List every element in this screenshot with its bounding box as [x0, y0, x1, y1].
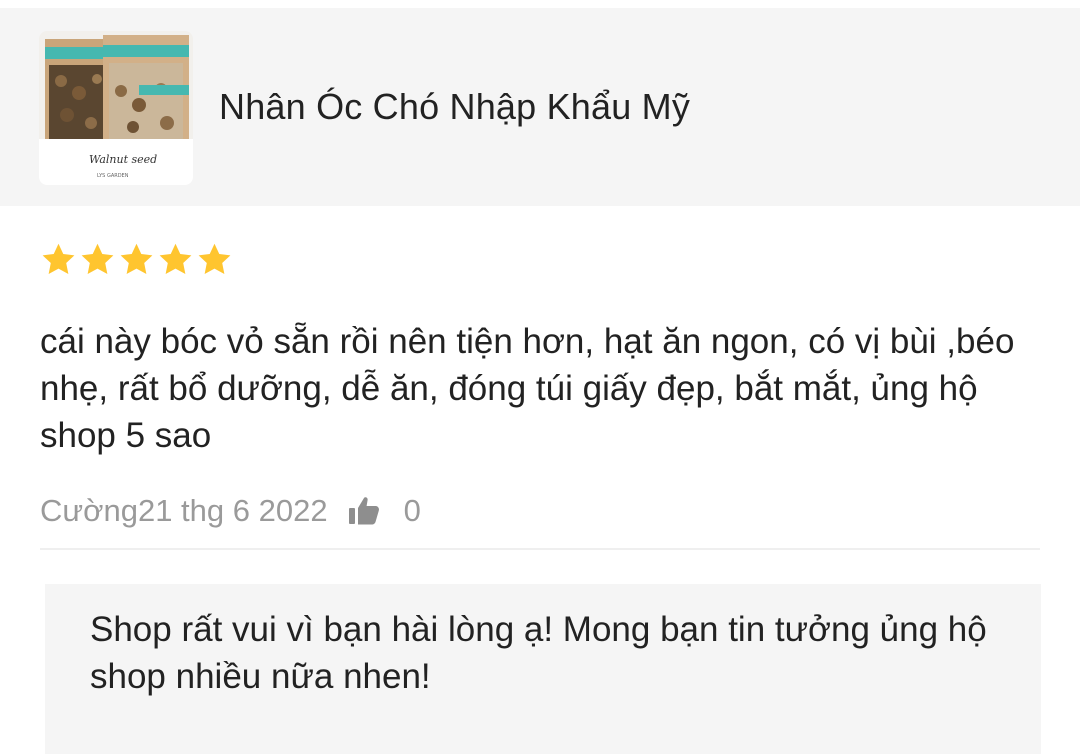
product-title[interactable]: Nhân Óc Chó Nhập Khẩu Mỹ: [219, 86, 690, 128]
like-count: 0: [403, 493, 421, 528]
divider: [40, 548, 1040, 550]
star-icon: [118, 241, 155, 278]
star-icon: [196, 241, 233, 278]
review-author-date: Cường21 thg 6 2022: [40, 493, 328, 528]
svg-text:LYS GARDEN: LYS GARDEN: [97, 173, 129, 179]
product-header[interactable]: Walnut seed LYS GARDEN Nhân Óc Chó Nhập …: [0, 8, 1080, 206]
star-icon: [40, 241, 77, 278]
svg-text:Walnut seed: Walnut seed: [89, 153, 157, 166]
star-icon: [157, 241, 194, 278]
star-icon: [79, 241, 116, 278]
review-meta: Cường21 thg 6 2022 0: [40, 489, 421, 533]
shop-reply: Shop rất vui vì bạn hài lòng ạ! Mong bạn…: [45, 584, 1041, 754]
rating-stars: [40, 241, 233, 278]
product-thumbnail[interactable]: Walnut seed LYS GARDEN: [39, 31, 193, 185]
shop-reply-text: Shop rất vui vì bạn hài lòng ạ! Mong bạn…: [90, 610, 987, 696]
review-text: cái này bóc vỏ sẵn rồi nên tiện hơn, hạt…: [40, 322, 1015, 455]
product-thumbnail-image: Walnut seed LYS GARDEN: [39, 31, 193, 185]
thumbs-up-icon[interactable]: [348, 496, 380, 526]
